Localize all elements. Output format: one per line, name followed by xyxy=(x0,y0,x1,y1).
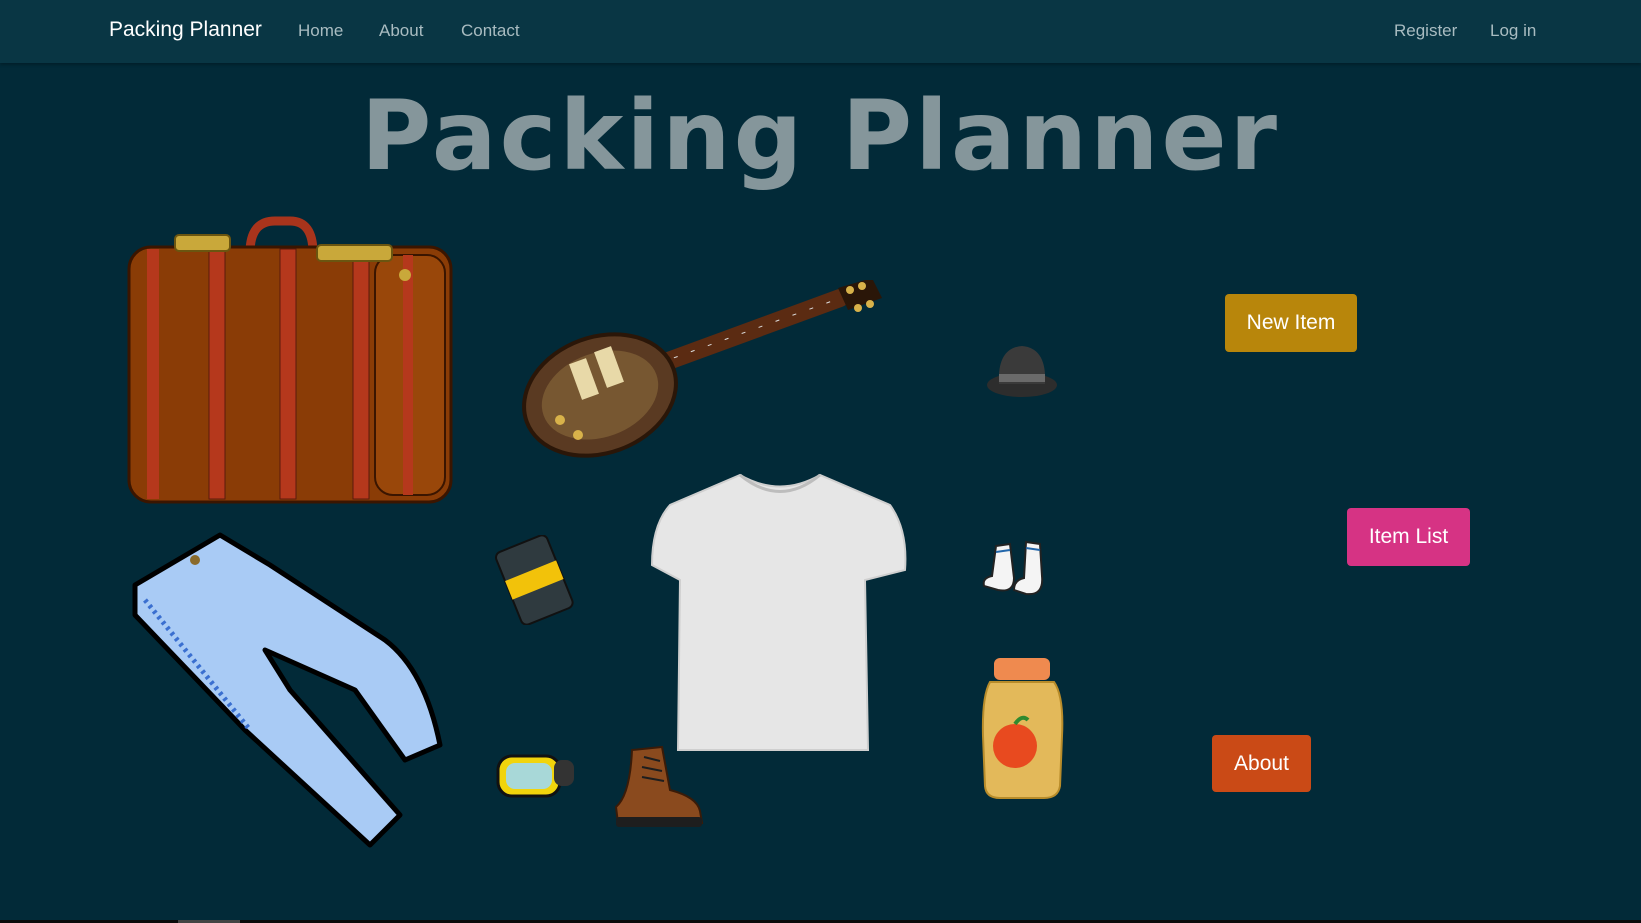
mask-image xyxy=(496,754,574,798)
navbar: Packing Planner Home About Contact Regis… xyxy=(0,0,1641,63)
notebook-image xyxy=(495,535,574,625)
jeans-image xyxy=(132,532,443,848)
brand-link[interactable]: Packing Planner xyxy=(109,18,262,42)
tshirt-image xyxy=(650,473,907,751)
nav-link-home[interactable]: Home xyxy=(298,21,343,41)
nav-link-login[interactable]: Log in xyxy=(1490,21,1536,41)
nav-link-register[interactable]: Register xyxy=(1394,21,1457,41)
nav-link-about[interactable]: About xyxy=(379,21,423,41)
hat-image xyxy=(987,346,1057,397)
boot-image xyxy=(614,745,704,827)
suitcase-image xyxy=(127,216,453,504)
jar-image xyxy=(981,658,1064,799)
guitar-image xyxy=(522,280,882,458)
new-item-button[interactable]: New Item xyxy=(1225,294,1357,352)
page-title: Packing Planner xyxy=(361,80,1280,192)
about-button[interactable]: About xyxy=(1212,735,1311,792)
nav-link-contact[interactable]: Contact xyxy=(461,21,520,41)
item-list-button[interactable]: Item List xyxy=(1347,508,1470,566)
socks-image xyxy=(982,540,1044,596)
